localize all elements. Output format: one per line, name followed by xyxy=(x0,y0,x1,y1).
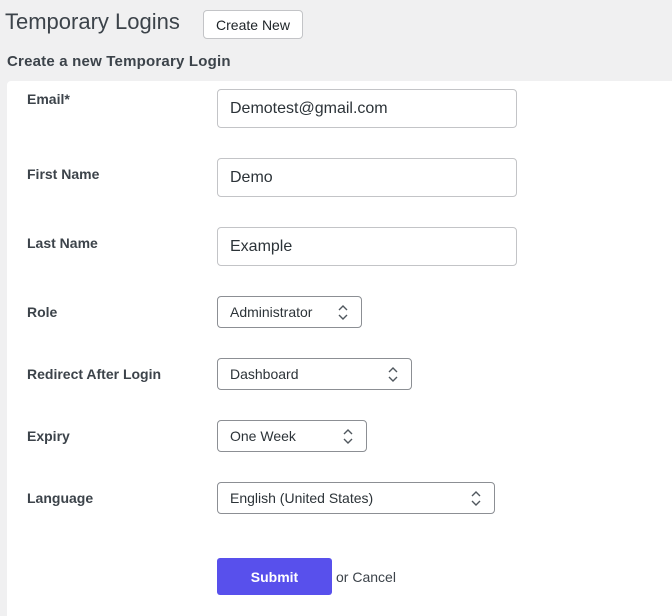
form-heading: Create a new Temporary Login xyxy=(7,53,231,70)
submit-button[interactable]: Submit xyxy=(217,558,332,595)
chevron-up-down-icon xyxy=(338,305,348,320)
chevron-up-down-icon xyxy=(343,429,353,444)
first-name-label: First Name xyxy=(27,166,100,182)
chevron-up-down-icon xyxy=(388,367,398,382)
redirect-select-value: Dashboard xyxy=(230,366,299,382)
or-label: or xyxy=(336,569,349,585)
first-name-field[interactable] xyxy=(217,158,517,197)
expiry-select-value: One Week xyxy=(230,428,296,444)
expiry-select[interactable]: One Week xyxy=(217,420,367,452)
role-label: Role xyxy=(27,304,58,320)
last-name-label: Last Name xyxy=(27,235,98,251)
language-select-value: English (United States) xyxy=(230,490,374,506)
last-name-field[interactable] xyxy=(217,227,517,266)
role-select[interactable]: Administrator xyxy=(217,296,362,328)
email-label: Email* xyxy=(27,91,70,107)
language-label: Language xyxy=(27,490,94,506)
page-title: Temporary Logins xyxy=(5,9,180,34)
language-select[interactable]: English (United States) xyxy=(217,482,495,514)
cancel-link[interactable]: Cancel xyxy=(352,569,396,585)
redirect-select[interactable]: Dashboard xyxy=(217,358,412,390)
create-new-button[interactable]: Create New xyxy=(203,10,303,39)
redirect-label: Redirect After Login xyxy=(27,366,162,382)
expiry-label: Expiry xyxy=(27,428,70,444)
role-select-value: Administrator xyxy=(230,304,313,320)
email-field[interactable] xyxy=(217,89,517,128)
chevron-up-down-icon xyxy=(471,491,481,506)
or-cancel-text: or Cancel xyxy=(336,569,396,585)
